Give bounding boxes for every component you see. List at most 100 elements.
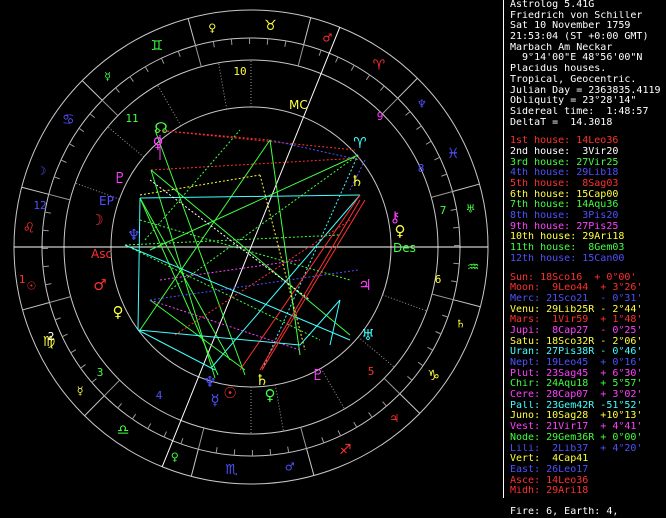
chart-wheel: ♌♍♎♏♐♑♒♓♈♉♊♋☉☿♀♂♃♄♅♆♂♀☿☽ 123456789101112… (0, 0, 502, 498)
sign-ruler-glyph: ♃ (389, 412, 399, 425)
zodiac-sign-glyph: ♌ (23, 221, 36, 237)
house-number: 5 (368, 365, 375, 378)
sign-ruler-glyph: ♄ (456, 317, 466, 330)
zodiac-sign-glyph: ♋ (62, 112, 75, 128)
header-line: Tropical, Geocentric. (510, 75, 666, 86)
planets-line: Nept: 19Leo45 + 0°16' (510, 358, 666, 369)
sign-ruler-glyph: ☽ (37, 165, 47, 178)
houses-line: 5th house: 8Sag03 (510, 179, 666, 190)
header-line: 21:53:04 (ST +0:00 GMT) (510, 32, 666, 43)
planet-glyph: ☿ (210, 391, 219, 409)
degree-tick (453, 227, 459, 228)
planet-glyph: ☽ (90, 211, 103, 229)
zodiac-sign-glyph: ♏ (225, 462, 238, 478)
degree-tick (270, 449, 271, 455)
zodiac-sign-glyph: ♑ (427, 368, 440, 384)
sign-ruler-glyph: ♀ (171, 451, 179, 464)
houses-line: 12th house: 15Can00 (510, 254, 666, 265)
angle-label-asc: Asc (91, 247, 112, 261)
zodiac-sign-glyph: ♊ (150, 38, 163, 54)
sign-ruler-glyph: ☿ (77, 384, 84, 397)
planets-line: Moon: 9Leo44 + 3°26' (510, 283, 666, 294)
house-cusps-list: 1st house: 14Leo362nd house: 3Vir203rd h… (510, 136, 666, 264)
sign-ruler-glyph: ♅ (466, 202, 476, 215)
house-number: 4 (156, 389, 163, 402)
houses-line: 6th house: 15Cap00 (510, 190, 666, 201)
planet-glyph: ♄ (350, 172, 363, 190)
planet-glyph: ♆ (127, 226, 140, 244)
house-number: 9 (377, 110, 384, 123)
planets-line: Pall: 23Gem42R -51°52' (510, 401, 666, 412)
header-line: Obliquity = 23°28'14" (510, 96, 666, 107)
planets-line: Lili: 2Lib37 + 4°20' (510, 444, 666, 455)
element-summary: Fire: 6, Earth: 4, (510, 507, 666, 518)
planets-line: Sun: 18Sco16 + 0°00' (510, 273, 666, 284)
planets-line: Uran: 27Pis38R - 0°46' (510, 347, 666, 358)
sign-ruler-glyph: ☉ (26, 280, 36, 293)
houses-line: 7th house: 14Aqu36 (510, 200, 666, 211)
house-number: 3 (97, 366, 104, 379)
planets-line: Node: 29Gem36R + 0°00' (510, 433, 666, 444)
planet-glyph: ☉ (223, 384, 236, 402)
house-number: 8 (418, 162, 425, 175)
planets-line: Vert: 4Cap41 (510, 454, 666, 465)
planet-glyph: ♀ (113, 303, 124, 321)
planets-line: Cere: 28Cap07 + 3°02' (510, 390, 666, 401)
degree-tick (43, 266, 49, 267)
header-line: Friedrich von Schiller (510, 11, 666, 22)
sign-ruler-glyph: ☿ (104, 70, 111, 83)
house-number: 12 (33, 199, 46, 212)
zodiac-sign-glyph: ♓ (447, 146, 460, 162)
houses-line: 9th house: 27Pis25 (510, 222, 666, 233)
planets-line: East: 26Leo17 (510, 465, 666, 476)
houses-line: 11th house: 8Gem03 (510, 243, 666, 254)
angle-label-des: Des (393, 241, 416, 255)
planet-glyph: ♄ (255, 371, 268, 389)
houses-line: 1st house: 14Leo36 (510, 136, 666, 147)
chart-header: Astrolog 5.41GFriedrich von SchillerSat … (510, 0, 666, 128)
header-line: Sat 10 November 1759 (510, 21, 666, 32)
sign-ruler-glyph: ♂ (322, 31, 332, 44)
header-line: Sidereal time: 1:48:57 (510, 107, 666, 118)
zodiac-sign-glyph: ♉ (264, 18, 277, 34)
planets-line: Juno: 10Sag28 +10°13' (510, 411, 666, 422)
planet-glyph: ♇ (113, 169, 126, 187)
sign-ruler-glyph: ♆ (417, 98, 427, 111)
planets-line: Merc: 21Sco21 - 0°31' (510, 294, 666, 305)
planets-line: Mars: 1Vir59 + 1°48' (510, 315, 666, 326)
houses-line: 2nd house: 3Vir20 (510, 147, 666, 158)
house-number: 1 (19, 273, 26, 286)
planets-line: Plut: 23Sag45 + 6°30' (510, 369, 666, 380)
planets-line: Venu: 29Lib25R - 2°44' (510, 305, 666, 316)
zodiac-sign-glyph: ♈ (373, 57, 386, 73)
houses-line: 4th house: 29Lib18 (510, 168, 666, 179)
zodiac-sign-glyph: ♒ (467, 259, 480, 275)
planet-positions-list: Sun: 18Sco16 + 0°00'Moon: 9Leo44 + 3°26'… (510, 273, 666, 497)
houses-line: 10th house: 29Ari18 (510, 232, 666, 243)
header-line: Marbach Am Neckar (510, 43, 666, 54)
planet-glyph: ♀ (395, 222, 406, 240)
houses-line: 8th house: 3Pis20 (510, 211, 666, 222)
house-number: 10 (233, 65, 246, 78)
house-number: 11 (125, 112, 138, 125)
header-line: DeltaT = 14.3018 (510, 118, 666, 129)
sign-ruler-glyph: ♀ (208, 21, 216, 34)
zodiac-sign-glyph: ♎ (117, 423, 130, 439)
planet-glyph: ♃ (358, 276, 371, 294)
degree-tick (231, 39, 232, 45)
planets-line: Satu: 18Sco32R - 2°06' (510, 337, 666, 348)
angle-label-mc: MC (289, 98, 308, 112)
info-panel: Astrolog 5.41GFriedrich von SchillerSat … (503, 0, 666, 498)
planet-glyph: ♆ (203, 373, 216, 391)
header-line: Julian Day = 2363835.4119 (510, 86, 666, 97)
planets-line: Chir: 24Aqu18 + 5°57' (510, 379, 666, 390)
house-number: 7 (440, 204, 447, 217)
angle-label-ep: EP (99, 194, 114, 208)
planets-line: Asce: 14Leo36 (510, 476, 666, 487)
zodiac-sign-glyph: ♐ (339, 442, 352, 458)
planet-glyph: ♂ (93, 276, 106, 294)
planet-glyph: ♀ (153, 134, 164, 152)
sign-ruler-glyph: ♂ (285, 461, 295, 474)
planets-line: Vest: 21Vir17 + 4°41' (510, 422, 666, 433)
header-line: Placidus houses. (510, 64, 666, 75)
